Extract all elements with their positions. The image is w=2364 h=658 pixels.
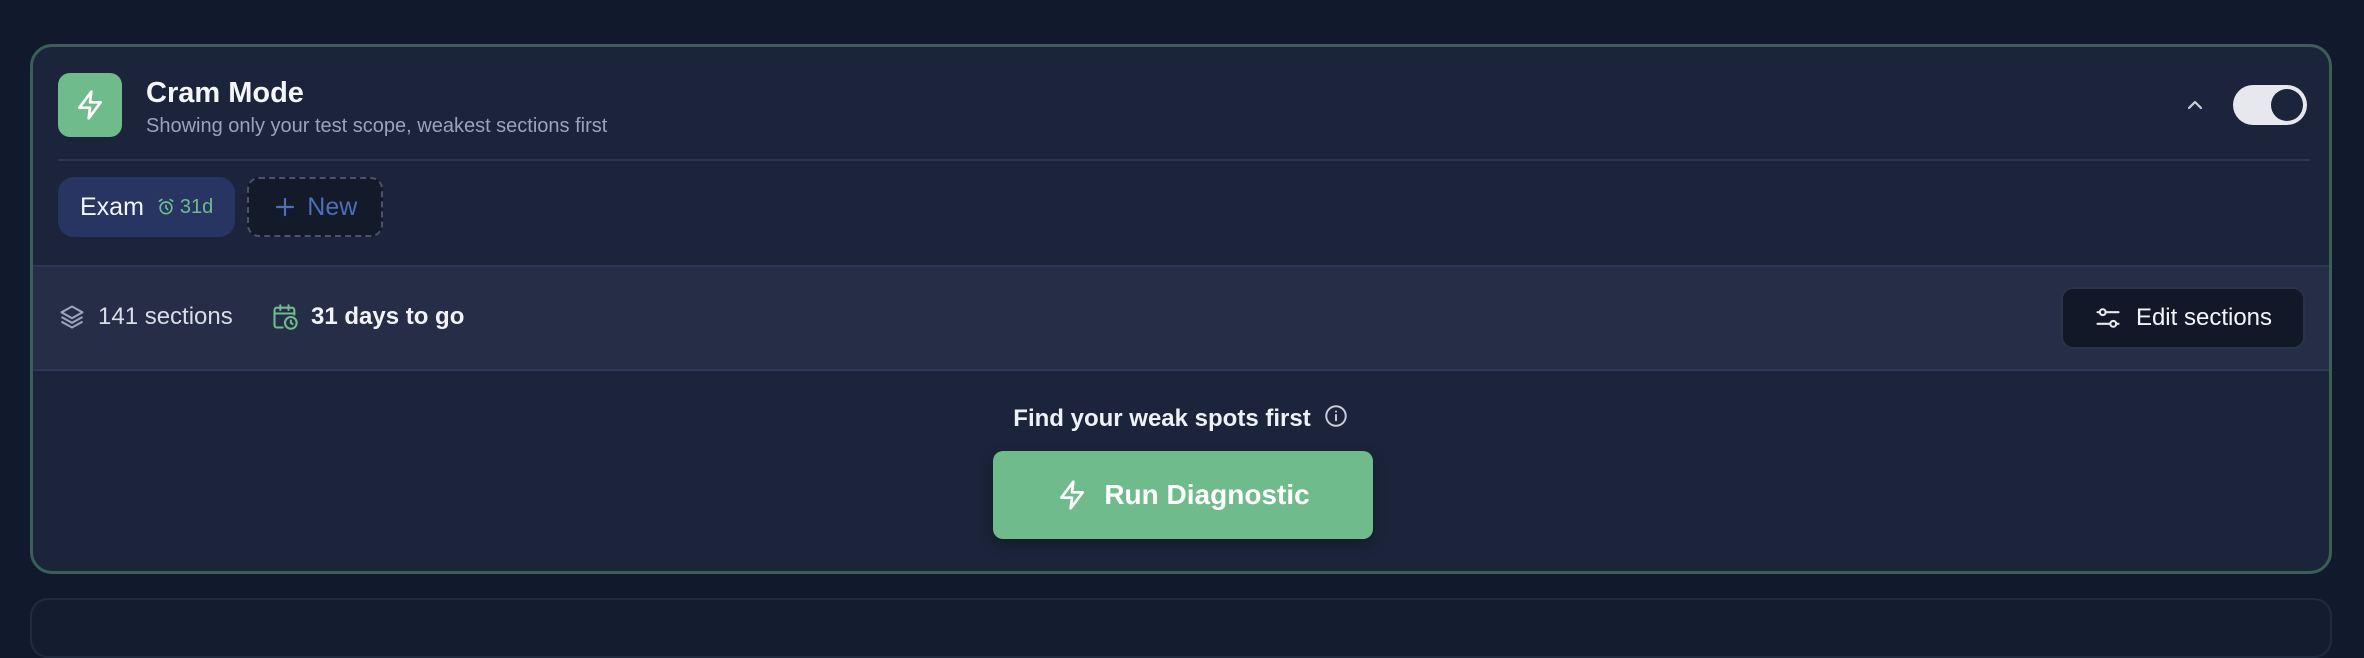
days-remaining-text: 31 days to go xyxy=(311,303,465,330)
next-card xyxy=(30,598,2332,658)
run-diagnostic-button[interactable]: Run Diagnostic xyxy=(993,451,1373,539)
info-icon xyxy=(1324,405,1347,427)
days-remaining: 31 days to go xyxy=(271,303,464,331)
run-diagnostic-label: Run Diagnostic xyxy=(1104,479,1310,510)
bolt-icon xyxy=(1060,480,1085,510)
tab-exam[interactable]: Exam 31d xyxy=(58,177,236,237)
edit-sections-label: Edit sections xyxy=(2135,304,2273,331)
cram-mode-toggle[interactable] xyxy=(2233,85,2307,125)
sections-count: 141 sections xyxy=(58,303,233,331)
page-title: Cram Mode xyxy=(146,77,304,109)
collapse-button[interactable] xyxy=(2177,87,2213,123)
calendar-clock-icon xyxy=(273,304,298,330)
scope-tabs: Exam 31d New xyxy=(58,177,384,237)
tab-exam-label: Exam xyxy=(80,192,144,221)
cram-mode-card: Cram Mode Showing only your test scope, … xyxy=(30,44,2332,574)
tab-exam-badge: 31d xyxy=(156,196,213,219)
diagnostic-heading: Find your weak spots first xyxy=(33,403,2329,434)
chevron-up-icon xyxy=(2187,100,2203,110)
edit-sections-button[interactable]: Edit sections xyxy=(2061,287,2305,349)
card-header: Cram Mode Showing only your test scope, … xyxy=(33,47,2329,159)
page-subtitle: Showing only your test scope, weakest se… xyxy=(146,115,608,137)
plus-icon xyxy=(276,197,295,217)
diagnostic-title: Find your weak spots first xyxy=(1013,404,1311,432)
layers-icon xyxy=(60,305,84,329)
cram-mode-logo xyxy=(58,73,122,137)
info-button[interactable] xyxy=(1323,403,1349,434)
header-divider xyxy=(58,159,2310,161)
bolt-icon xyxy=(78,90,102,120)
sliders-icon xyxy=(2096,308,2120,328)
tab-exam-badge-text: 31d xyxy=(179,195,214,218)
alarm-clock-icon xyxy=(158,198,174,215)
stats-bar: 141 sections 31 days to go Edit sections xyxy=(33,265,2329,371)
new-scope-label: New xyxy=(307,192,358,221)
toggle-knob xyxy=(2271,89,2303,121)
new-scope-button[interactable]: New xyxy=(247,177,384,237)
sections-count-text: 141 sections xyxy=(98,303,233,330)
